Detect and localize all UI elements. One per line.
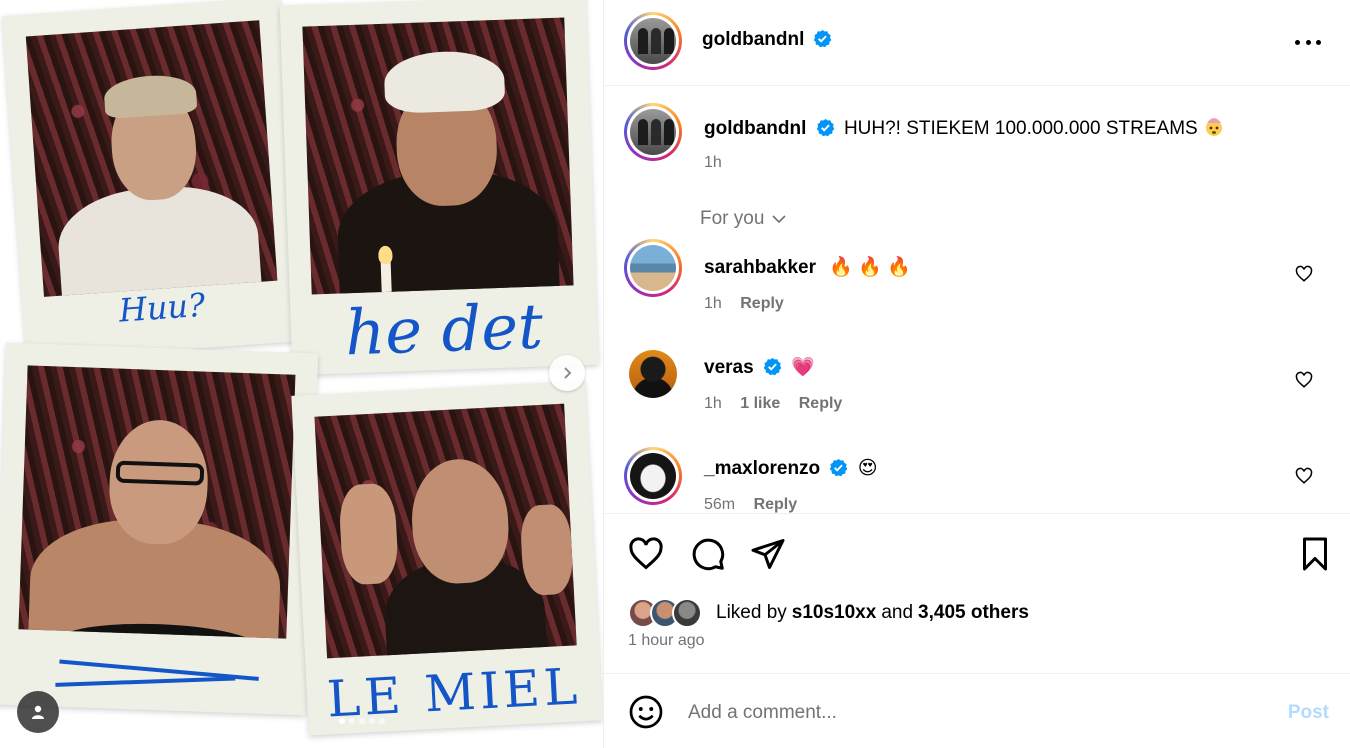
author-avatar-ring[interactable] [624,12,682,70]
comment-like-icon[interactable] [1295,265,1313,283]
dot-icon [1305,39,1311,45]
comment-time: 1h [704,295,722,312]
post-sidebar: goldbandnl goldbandnl HUH?! STIEKEM 100.… [603,0,1350,748]
comment-like-icon[interactable] [1295,467,1313,485]
dot-icon [1295,39,1300,45]
photo-2 [302,17,574,295]
tagged-users-button[interactable] [17,691,59,733]
comment-text: 💗 [791,357,815,378]
comment-text: 😍 [857,458,878,479]
share-icon[interactable] [750,536,786,572]
carousel-dot [369,718,375,724]
reply-button[interactable]: Reply [754,496,798,513]
chevron-down-icon [772,215,786,224]
photo-3 [18,365,296,639]
liked-prefix: Liked by [716,602,787,623]
dot-icon [1316,39,1321,45]
polaroid-caption-2: he det [344,289,545,370]
verified-badge-icon [813,29,832,48]
caption-avatar-ring[interactable] [624,103,682,161]
chevron-right-icon [564,367,572,379]
author-avatar [630,18,676,64]
photo-1 [25,20,278,297]
carousel-dot [339,718,345,724]
carousel-next-button[interactable] [549,355,585,391]
post-caption: goldbandnl HUH?! STIEKEM 100.000.000 STR… [624,103,1225,172]
comment-item: _maxlorenzo 😍 56m Reply [624,447,1331,513]
liked-and: and [881,602,914,623]
commenter-avatar-ring[interactable] [624,447,682,505]
carousel-dot [359,718,365,724]
comment-input[interactable]: Add a comment... [688,702,837,724]
post-header: goldbandnl [604,0,1350,86]
commenter-avatar[interactable] [629,350,677,398]
more-options-button[interactable] [1295,30,1321,54]
comment-username[interactable]: sarahbakker [704,257,816,278]
comments-scroll-area[interactable]: goldbandnl HUH?! STIEKEM 100.000.000 STR… [604,87,1350,513]
post-actions: Liked by s10s10xx and 3,405 others 1 hou… [604,513,1350,673]
liked-others[interactable]: 3,405 others [918,602,1029,624]
photo-4 [314,403,577,659]
liker-avatar [672,598,702,628]
comment-filter-dropdown[interactable]: For you [700,208,788,230]
user-icon [32,705,44,719]
caption-avatar [630,109,676,155]
verified-badge-icon [830,458,848,477]
polaroid-1: Huu? [2,0,304,361]
comment-item: veras 💗 1h 1 like Reply [624,345,1331,413]
commenter-avatar-ring[interactable] [624,239,682,297]
polaroid-2: he det [279,0,599,376]
comment-icon[interactable] [690,536,726,572]
comment-username[interactable]: veras [704,357,754,378]
comment-composer: Add a comment... Post [604,673,1350,748]
verified-badge-icon [763,357,782,376]
filter-label: For you [700,208,765,229]
exploding-head-icon [1205,118,1222,136]
emoji-picker-icon[interactable] [628,694,664,730]
header-username[interactable]: goldbandnl [702,29,804,50]
comment-time: 1h [704,395,722,412]
reply-button[interactable]: Reply [799,395,843,412]
caption-time: 1h [704,154,722,171]
comment-item: sarahbakker 🔥 🔥 🔥 1h Reply [624,239,1331,313]
post-comment-button[interactable]: Post [1288,702,1329,724]
liked-by: Liked by s10s10xx and 3,405 others [628,598,1029,628]
carousel-dot [379,718,385,724]
commenter-avatar [630,453,676,499]
comment-like-icon[interactable] [1295,371,1313,389]
comment-likes[interactable]: 1 like [740,395,780,412]
reply-button[interactable]: Reply [740,295,784,312]
post-timestamp[interactable]: 1 hour ago [628,632,705,650]
commenter-avatar [630,245,676,291]
like-icon[interactable] [628,536,664,572]
comment-time: 56m [704,496,736,513]
carousel-dot [349,718,355,724]
caption-text: HUH?! STIEKEM 100.000.000 STREAMS [843,118,1198,139]
post-media[interactable]: Huu? he det LE MIEL [0,0,603,748]
comment-text: 🔥 🔥 🔥 [829,257,911,278]
post-dialog: Huu? he det LE MIEL goldbandnl goldbandn… [0,0,1350,748]
carousel-dots [339,718,385,724]
caption-username[interactable]: goldbandnl [704,118,806,139]
polaroid-4: LE MIEL [291,380,603,736]
save-bookmark-icon[interactable] [1297,536,1333,572]
comment-username[interactable]: _maxlorenzo [704,458,820,479]
verified-badge-icon [816,118,834,137]
liked-user[interactable]: s10s10xx [792,602,877,624]
polaroid-3 [0,342,319,716]
